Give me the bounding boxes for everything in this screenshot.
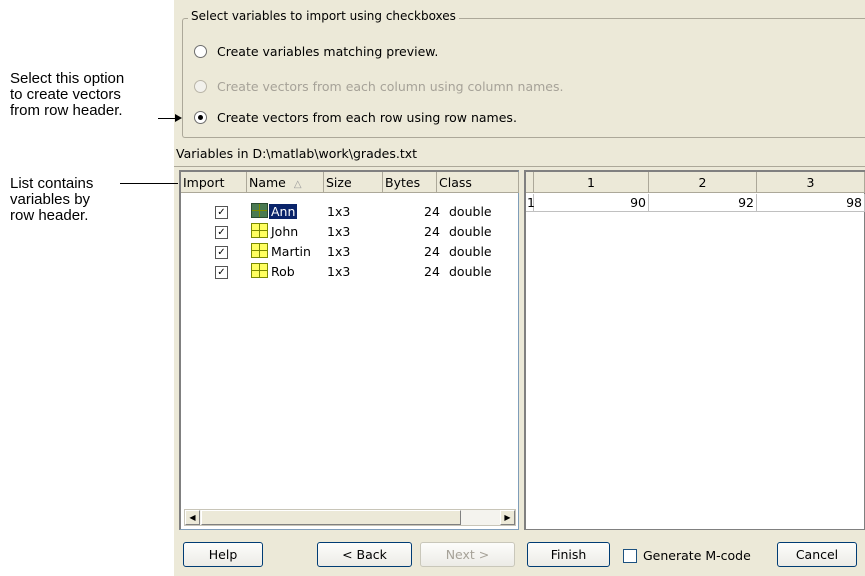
callout-line: Select this option bbox=[10, 70, 125, 87]
col-header-class[interactable]: Class bbox=[437, 172, 519, 193]
option-callout: Select this option to create vectors fro… bbox=[10, 71, 124, 119]
preview-cell[interactable]: 90 bbox=[534, 194, 649, 212]
callout-line: from row header. bbox=[10, 102, 123, 119]
col-header-bytes[interactable]: Bytes bbox=[383, 172, 437, 193]
matrix-icon bbox=[251, 243, 268, 258]
callout-line: variables by bbox=[10, 191, 91, 208]
variable-class: double bbox=[449, 204, 492, 219]
list-item[interactable]: ✓ Ann 1x3 24 double bbox=[181, 202, 517, 222]
list-item[interactable]: ✓ Martin 1x3 24 double bbox=[181, 242, 517, 262]
col-header-name[interactable]: Name △ bbox=[247, 172, 324, 193]
variable-size: 1x3 bbox=[327, 264, 351, 279]
preview-col-header: 3 bbox=[757, 172, 865, 193]
col-header-name-label: Name bbox=[249, 175, 286, 190]
scrollbar-thumb[interactable] bbox=[201, 510, 461, 525]
radio-selected-dot bbox=[198, 115, 203, 120]
radio-button-icon bbox=[194, 80, 207, 93]
col-header-import[interactable]: Import bbox=[181, 172, 247, 193]
variable-size: 1x3 bbox=[327, 244, 351, 259]
matrix-icon bbox=[251, 263, 268, 278]
callout-line: List contains bbox=[10, 175, 94, 192]
variable-class: double bbox=[449, 224, 492, 239]
matrix-icon bbox=[251, 223, 268, 238]
list-item[interactable]: ✓ Rob 1x3 24 double bbox=[181, 262, 517, 282]
radio-label: Create variables matching preview. bbox=[217, 44, 439, 59]
preview-corner bbox=[526, 172, 534, 193]
variable-class: double bbox=[449, 244, 492, 259]
data-preview-grid[interactable]: 1 2 3 1 90 92 98 bbox=[524, 170, 865, 530]
list-callout-leader bbox=[120, 183, 178, 184]
variable-bytes: 24 bbox=[424, 204, 440, 219]
variable-class: double bbox=[449, 264, 492, 279]
list-item[interactable]: ✓ John 1x3 24 double bbox=[181, 222, 517, 242]
generate-mcode-checkbox[interactable]: Generate M-code bbox=[623, 548, 751, 563]
variable-size: 1x3 bbox=[327, 224, 351, 239]
preview-col-header: 2 bbox=[649, 172, 757, 193]
variable-bytes: 24 bbox=[424, 224, 440, 239]
list-header: Import Name △ Size Bytes Class bbox=[181, 172, 519, 194]
variable-name: Ann bbox=[267, 203, 299, 220]
cancel-button[interactable]: Cancel bbox=[777, 542, 857, 567]
variable-name: John bbox=[271, 224, 299, 239]
next-button: Next > bbox=[420, 542, 515, 567]
radio-vectors-from-rows[interactable]: Create vectors from each row using row n… bbox=[194, 110, 517, 125]
matrix-icon bbox=[251, 203, 268, 218]
radio-label: Create vectors from each row using row n… bbox=[217, 110, 517, 125]
callout-line: to create vectors bbox=[10, 86, 121, 103]
finish-button[interactable]: Finish bbox=[527, 542, 610, 567]
callout-line: row header. bbox=[10, 207, 89, 224]
variable-bytes: 24 bbox=[424, 244, 440, 259]
radio-button-icon bbox=[194, 111, 207, 124]
variable-name: Rob bbox=[271, 264, 295, 279]
col-header-size[interactable]: Size bbox=[324, 172, 383, 193]
radio-create-variables[interactable]: Create variables matching preview. bbox=[194, 44, 438, 59]
variable-bytes: 24 bbox=[424, 264, 440, 279]
import-checkbox[interactable]: ✓ bbox=[215, 266, 228, 279]
variables-file-label: Variables in D:\matlab\work\grades.txt bbox=[176, 146, 418, 161]
list-callout: List contains variables by row header. bbox=[10, 176, 93, 224]
horizontal-scrollbar[interactable]: ◀ ▶ bbox=[184, 509, 516, 526]
import-checkbox[interactable]: ✓ bbox=[215, 206, 228, 219]
variable-name: Martin bbox=[271, 244, 311, 259]
divider bbox=[174, 166, 865, 167]
import-checkbox[interactable]: ✓ bbox=[215, 226, 228, 239]
preview-cell[interactable]: 92 bbox=[649, 194, 757, 212]
variable-size: 1x3 bbox=[327, 204, 351, 219]
scroll-right-icon[interactable]: ▶ bbox=[500, 510, 515, 525]
generate-mcode-label: Generate M-code bbox=[643, 548, 751, 563]
import-checkbox[interactable]: ✓ bbox=[215, 246, 228, 259]
option-callout-leader bbox=[158, 118, 175, 119]
radio-label: Create vectors from each column using co… bbox=[217, 79, 564, 94]
checkbox-icon bbox=[623, 548, 637, 563]
radio-button-icon bbox=[194, 45, 207, 58]
variables-list[interactable]: Import Name △ Size Bytes Class ✓ Ann 1x3… bbox=[179, 170, 519, 530]
group-title: Select variables to import using checkbo… bbox=[188, 9, 459, 23]
preview-col-header: 1 bbox=[534, 172, 649, 193]
radio-vectors-from-columns: Create vectors from each column using co… bbox=[194, 79, 563, 94]
scroll-left-icon[interactable]: ◀ bbox=[185, 510, 200, 525]
preview-cell[interactable]: 98 bbox=[757, 194, 865, 212]
help-button[interactable]: Help bbox=[183, 542, 263, 567]
option-callout-arrow bbox=[175, 114, 182, 122]
back-button[interactable]: < Back bbox=[317, 542, 412, 567]
preview-row-header: 1 bbox=[526, 194, 535, 212]
sort-ascending-icon: △ bbox=[293, 179, 302, 190]
